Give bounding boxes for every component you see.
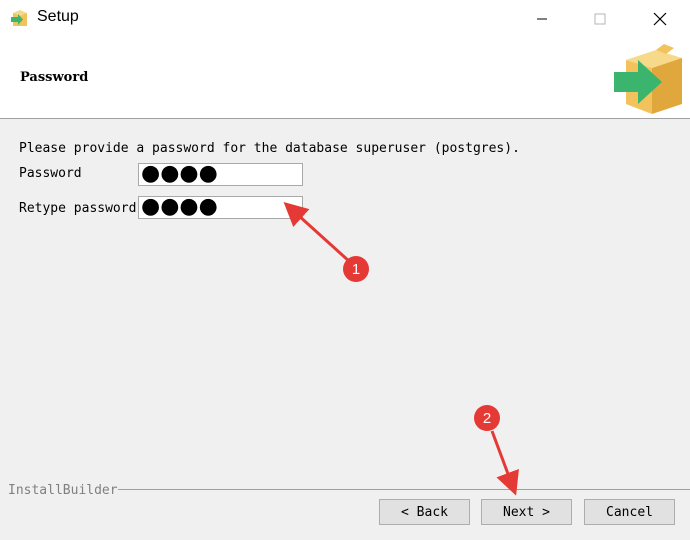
maximize-button[interactable] xyxy=(570,0,630,38)
back-button[interactable]: < Back xyxy=(379,499,470,525)
instruction-text: Please provide a password for the databa… xyxy=(19,141,520,156)
annotation-arrow-2 xyxy=(490,430,519,496)
footer-divider xyxy=(118,489,690,490)
next-button[interactable]: Next > xyxy=(481,499,572,525)
window-title: Setup xyxy=(37,8,79,25)
retype-password-label: Retype password xyxy=(19,201,137,216)
password-label: Password xyxy=(19,166,82,181)
page-header: Password xyxy=(0,38,690,119)
retype-password-field[interactable]: ●●●● xyxy=(138,196,303,219)
cancel-button[interactable]: Cancel xyxy=(584,499,675,525)
installbuilder-brand: InstallBuilder xyxy=(8,483,118,498)
close-icon xyxy=(653,12,667,26)
maximize-icon xyxy=(594,13,606,25)
package-arrow-icon xyxy=(614,44,682,114)
close-button[interactable] xyxy=(630,0,690,38)
annotation-badge-2: 2 xyxy=(474,405,500,431)
minimize-icon xyxy=(537,18,547,20)
minimize-button[interactable] xyxy=(512,0,572,38)
page-title: Password xyxy=(20,70,89,85)
annotation-badge-1: 1 xyxy=(343,256,369,282)
title-bar: Setup xyxy=(0,0,690,38)
password-field[interactable]: ●●●● xyxy=(138,163,303,186)
installer-arrow-icon xyxy=(11,10,27,26)
